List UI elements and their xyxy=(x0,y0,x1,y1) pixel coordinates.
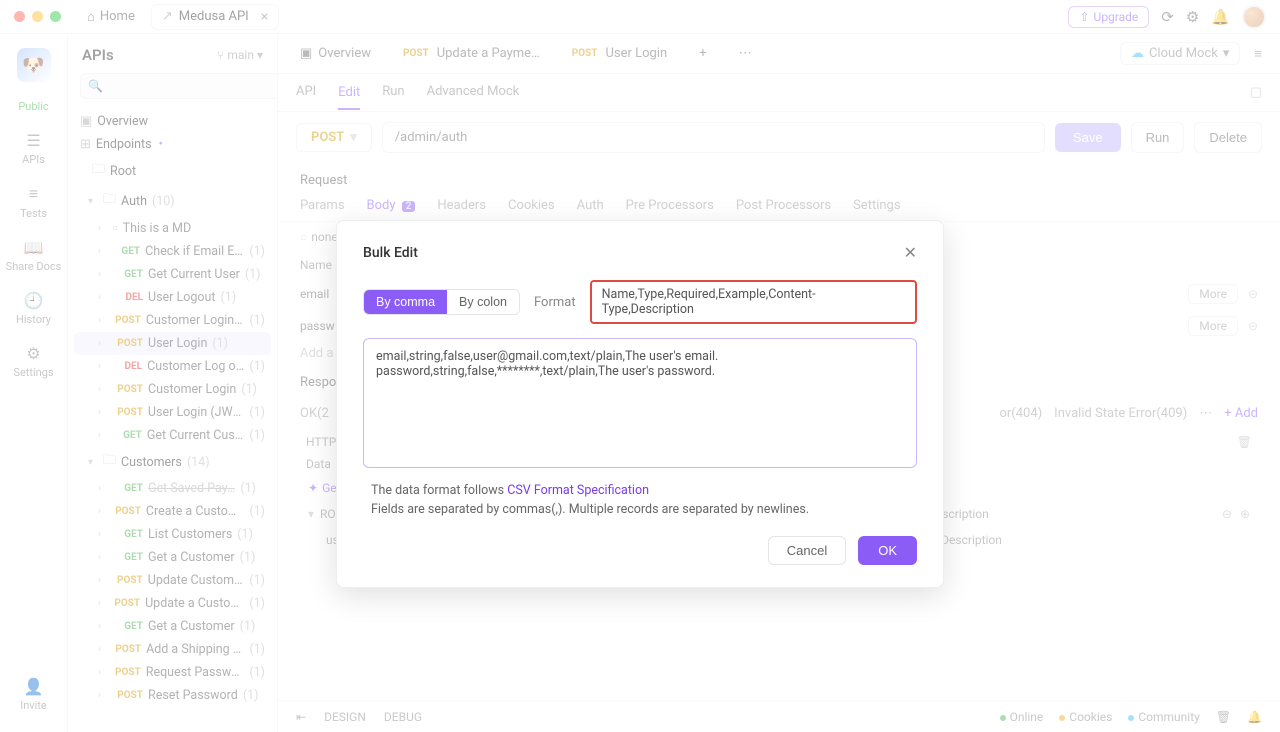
cancel-button[interactable]: Cancel xyxy=(768,536,846,565)
modal-title: Bulk Edit xyxy=(363,245,418,261)
bulk-edit-modal: Bulk Edit ✕ By comma By colon Format Nam… xyxy=(336,220,944,588)
ok-button[interactable]: OK xyxy=(858,536,917,565)
csv-spec-link[interactable]: CSV Format Specification xyxy=(507,483,649,498)
delimiter-segment: By comma By colon xyxy=(363,289,520,315)
by-comma-button[interactable]: By comma xyxy=(364,290,447,314)
format-value-box: Name,Type,Required,Example,Content-Type,… xyxy=(590,280,917,324)
close-icon[interactable]: ✕ xyxy=(904,243,917,262)
modal-backdrop: Bulk Edit ✕ By comma By colon Format Nam… xyxy=(0,0,1280,732)
bulk-edit-textarea[interactable] xyxy=(363,338,917,468)
hint-text: The data format follows CSV Format Speci… xyxy=(363,472,917,536)
by-colon-button[interactable]: By colon xyxy=(447,290,519,314)
format-label: Format xyxy=(534,295,576,310)
